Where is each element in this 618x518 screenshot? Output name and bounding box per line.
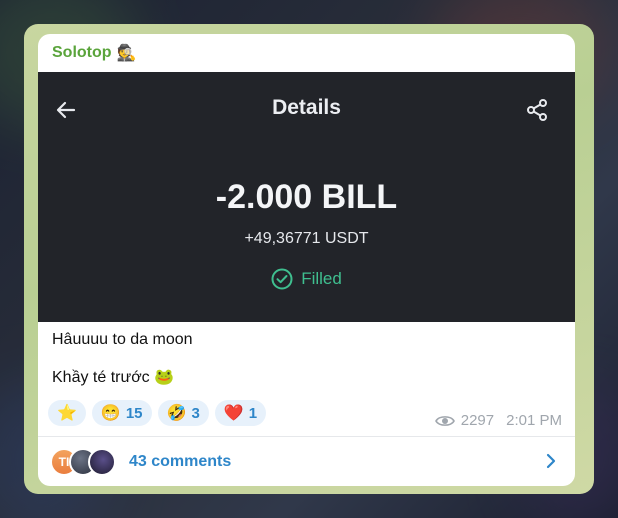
commenter-avatars: TI	[50, 447, 116, 476]
view-count: 2297	[460, 412, 495, 429]
share-icon	[527, 99, 547, 121]
chevron-right-icon	[546, 453, 556, 469]
message-line-1: Hâuuuu to da moon	[52, 331, 193, 348]
sender-emoji: 🕵️	[116, 45, 137, 62]
sender-name[interactable]: Solotop 🕵️	[38, 34, 575, 72]
reaction-rofl[interactable]: 🤣 3	[157, 400, 209, 426]
message-line-2: Khầy té trước 🐸	[52, 368, 562, 388]
message-line-2-text: Khầy té trước	[52, 369, 150, 386]
grin-icon: 😁	[100, 405, 121, 422]
trade-amount: -2.000 BILL	[215, 178, 398, 216]
reaction-grin[interactable]: 😁 15	[91, 400, 152, 426]
back-arrow-icon	[56, 101, 76, 119]
heart-icon: ❤️	[223, 405, 244, 422]
reaction-count: 1	[248, 404, 258, 422]
usdt-amount: +49,36771 USDT	[244, 230, 369, 247]
eye-icon	[434, 415, 455, 426]
status-label: Filled	[301, 269, 342, 288]
comments-label: 43 comments	[129, 452, 232, 470]
screenshot-title: Details	[272, 96, 341, 119]
attached-screenshot[interactable]: Details -2.000 BILL +49,36771 USDT Fille…	[38, 72, 575, 322]
reaction-star[interactable]: ⭐	[48, 400, 86, 426]
reactions-bar: ⭐ 😁 15 🤣 3 ❤️ 1	[48, 400, 267, 426]
frog-emoji: 🐸	[154, 369, 175, 386]
reaction-count: 15	[125, 404, 143, 422]
message-meta: 2297 2:01 PM	[434, 412, 562, 429]
check-circle-icon	[271, 268, 293, 290]
message-text: Hâuuuu to da moon Khầy té trước 🐸	[52, 330, 562, 406]
rofl-icon: 🤣	[166, 405, 187, 422]
reaction-count: 3	[191, 404, 200, 422]
avatar	[88, 447, 116, 476]
star-icon: ⭐	[57, 405, 77, 422]
order-status: Filled	[38, 268, 575, 290]
reaction-heart[interactable]: ❤️ 1	[214, 400, 267, 426]
sender-label[interactable]: Solotop	[52, 44, 112, 62]
message-card[interactable]: Solotop 🕵️ Details -2.000 BILL +49,36771…	[38, 34, 575, 486]
comments-button[interactable]: TI 43 comments	[38, 437, 575, 486]
timestamp: 2:01 PM	[506, 412, 562, 429]
screenshot-header: Details	[38, 72, 575, 144]
